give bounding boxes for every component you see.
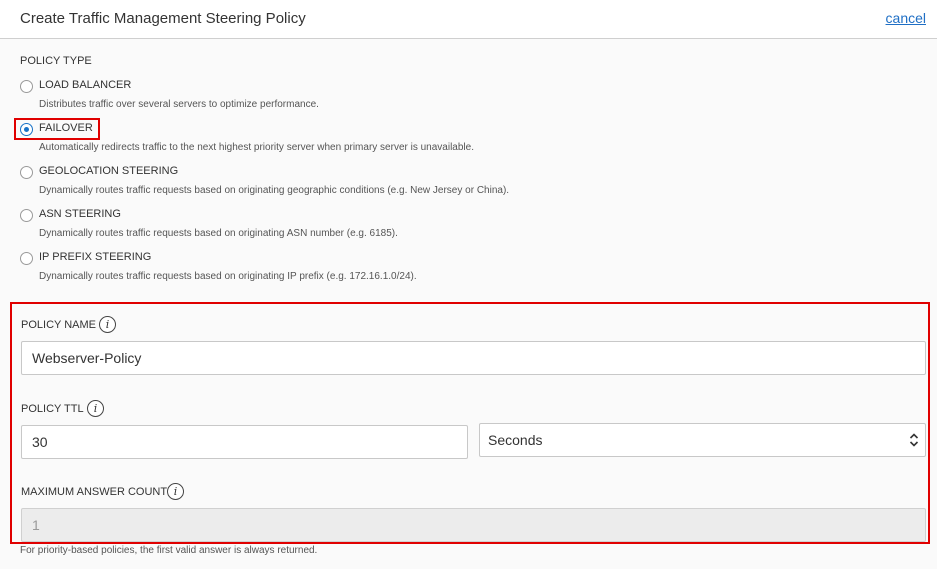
form-highlight-box bbox=[10, 302, 930, 544]
cancel-link[interactable]: cancel bbox=[886, 10, 926, 26]
option-label: ASN STEERING bbox=[39, 208, 121, 220]
option-description: Automatically redirects traffic to the n… bbox=[39, 142, 474, 153]
option-description: Dynamically routes traffic requests base… bbox=[39, 228, 398, 239]
option-description: Dynamically routes traffic requests base… bbox=[39, 271, 417, 282]
policy-type-label: POLICY TYPE bbox=[20, 55, 92, 67]
footnote-text: For priority-based policies, the first v… bbox=[20, 545, 318, 556]
dialog-header: Create Traffic Management Steering Polic… bbox=[0, 0, 937, 39]
option-label: LOAD BALANCER bbox=[39, 79, 132, 91]
option-label: GEOLOCATION STEERING bbox=[39, 165, 179, 177]
load-balancer-radio[interactable] bbox=[20, 80, 33, 93]
failover-highlight-box bbox=[14, 118, 100, 140]
ip-prefix-radio[interactable] bbox=[20, 252, 33, 265]
option-description: Dynamically routes traffic requests base… bbox=[39, 185, 510, 196]
option-description: Distributes traffic over several servers… bbox=[39, 99, 319, 110]
geolocation-radio[interactable] bbox=[20, 166, 33, 179]
dialog-title: Create Traffic Management Steering Polic… bbox=[20, 10, 306, 27]
option-label: IP PREFIX STEERING bbox=[39, 251, 152, 263]
asn-radio[interactable] bbox=[20, 209, 33, 222]
